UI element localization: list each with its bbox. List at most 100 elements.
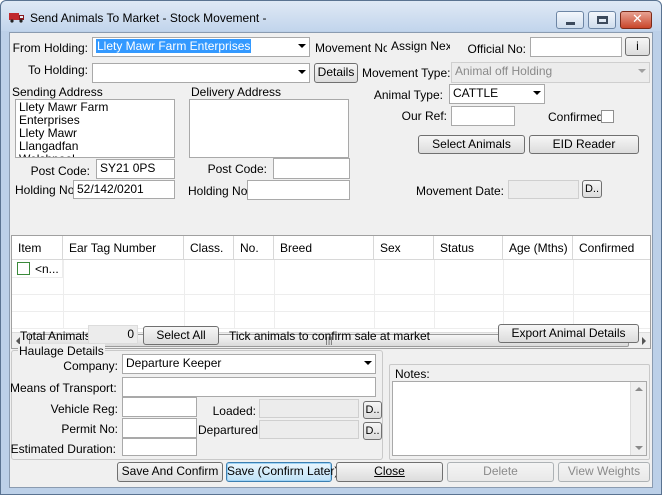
delivery-post-code-label: Post Code: <box>207 162 267 176</box>
movement-date-input[interactable] <box>508 180 579 199</box>
notes-label: Notes: <box>395 367 430 381</box>
company-label: Company: <box>63 359 118 373</box>
grid-column-line <box>63 260 64 329</box>
company-select[interactable]: Departure Keeper <box>122 354 376 374</box>
from-holding-value: Llety Mawr Farm Enterprises <box>96 39 252 53</box>
sending-holding-no-label: Holding No: <box>15 183 78 197</box>
column-header-confirmed[interactable]: Confirmed <box>573 236 650 260</box>
loaded-date-picker-button[interactable]: D.. <box>363 401 382 419</box>
notes-textarea[interactable] <box>392 381 647 456</box>
grid-column-line <box>374 260 375 329</box>
estimated-duration-label: Estimated Duration: <box>10 442 116 456</box>
movement-type-select[interactable]: Animal off Holding <box>451 62 650 83</box>
confirmed-checkbox[interactable] <box>601 110 614 123</box>
delete-button[interactable]: Delete <box>447 462 554 482</box>
sending-address-text[interactable]: Llety Mawr Farm Enterprises Llety Mawr L… <box>15 99 175 158</box>
delivery-holding-no-input[interactable] <box>247 180 350 200</box>
official-no-input[interactable] <box>530 37 622 57</box>
means-of-transport-label: Means of Transport: <box>10 381 117 395</box>
close-icon: ✕ <box>632 12 643 27</box>
animal-type-value: CATTLE <box>453 86 499 100</box>
movement-no-label: Movement No: <box>315 41 394 55</box>
company-value: Departure Keeper <box>126 356 222 370</box>
vehicle-reg-input[interactable] <box>122 397 197 417</box>
column-header-sex[interactable]: Sex <box>374 236 434 260</box>
column-header-age[interactable]: Age (Mths) <box>503 236 573 260</box>
departured-date-picker-button[interactable]: D.. <box>363 422 382 440</box>
column-header-breed[interactable]: Breed <box>274 236 374 260</box>
truck-icon <box>9 13 24 23</box>
scroll-down-icon[interactable] <box>635 446 643 450</box>
permit-no-label: Permit No: <box>61 422 118 436</box>
delivery-address-title: Delivery Address <box>191 85 282 99</box>
movement-date-picker-button[interactable]: D.. <box>582 180 602 198</box>
loaded-label: Loaded: <box>212 404 256 418</box>
total-animals-label: Total Animals: <box>20 329 95 343</box>
select-animals-button[interactable]: Select Animals <box>418 135 525 154</box>
eid-reader-button[interactable]: EID Reader <box>529 135 639 154</box>
official-no-label: Official No: <box>467 42 526 56</box>
movement-type-label: Movement Type: <box>362 66 451 80</box>
to-holding-label: To Holding: <box>27 63 88 77</box>
minimize-icon <box>566 22 575 25</box>
save-and-confirm-button[interactable]: Save And Confirm <box>117 462 223 482</box>
delivery-post-code-input[interactable] <box>273 158 350 179</box>
scroll-right-icon[interactable] <box>642 337 646 345</box>
means-of-transport-input[interactable] <box>122 377 376 397</box>
sending-address-title: Sending Address <box>12 85 103 99</box>
close-window-button[interactable]: ✕ <box>620 11 652 29</box>
sending-holding-no-input[interactable]: 52/142/0201 <box>73 180 175 199</box>
table-row[interactable]: <n... <box>12 260 650 278</box>
confirm-hint-text: Tick animals to confirm sale at market <box>229 329 430 343</box>
details-button[interactable]: Details <box>314 63 358 83</box>
permit-no-input[interactable] <box>122 418 197 438</box>
our-ref-input[interactable] <box>451 106 515 126</box>
movement-type-value: Animal off Holding <box>455 64 553 78</box>
animal-type-label: Animal Type: <box>373 88 443 102</box>
column-header-no[interactable]: No. <box>234 236 274 260</box>
form-body: From Holding: Llety Mawr Farm Enterprise… <box>9 32 653 488</box>
column-header-class[interactable]: Class. <box>184 236 234 260</box>
sending-post-code-input[interactable]: SY21 0PS <box>96 159 175 179</box>
from-holding-label: From Holding: <box>12 41 88 55</box>
column-header-ear-tag[interactable]: Ear Tag Number <box>63 236 184 260</box>
maximize-button[interactable] <box>588 11 616 29</box>
loaded-input[interactable] <box>259 399 359 418</box>
estimated-duration-input[interactable] <box>122 438 197 456</box>
scroll-up-icon[interactable] <box>635 387 643 391</box>
column-header-item[interactable]: Item <box>12 236 63 260</box>
sending-post-code-label: Post Code: <box>30 164 90 178</box>
movement-no-field: Assign Next <box>387 37 451 57</box>
chevron-down-icon <box>533 91 541 95</box>
animal-type-select[interactable]: CATTLE <box>449 84 545 104</box>
chevron-down-icon <box>298 44 306 48</box>
window-title: Send Animals To Market - Stock Movement … <box>30 11 267 25</box>
grid-column-line <box>234 260 235 329</box>
total-animals-value: 0 <box>88 325 138 344</box>
grid-column-line <box>573 260 574 329</box>
our-ref-label: Our Ref: <box>401 109 447 123</box>
close-button[interactable]: Close <box>336 462 443 482</box>
grid-column-line <box>434 260 435 329</box>
select-all-button[interactable]: Select All <box>143 326 219 345</box>
departured-input[interactable] <box>259 420 359 439</box>
save-confirm-later-button[interactable]: Save (Confirm Later) <box>226 462 338 482</box>
haulage-details-title: Haulage Details <box>18 344 105 358</box>
chevron-down-icon <box>638 69 646 73</box>
grid-column-line <box>184 260 185 329</box>
minimize-button[interactable] <box>556 11 584 29</box>
title-bar[interactable]: Send Animals To Market - Stock Movement … <box>1 1 661 31</box>
from-holding-select[interactable]: Llety Mawr Farm Enterprises <box>92 37 310 57</box>
notes-vertical-scrollbar[interactable] <box>630 382 646 455</box>
maximize-icon <box>597 16 608 24</box>
movement-date-label: Movement Date: <box>415 184 504 198</box>
export-animal-details-button[interactable]: Export Animal Details <box>498 324 639 343</box>
to-holding-select[interactable] <box>92 63 310 83</box>
column-header-status[interactable]: Status <box>434 236 503 260</box>
delivery-address-text[interactable] <box>189 99 349 158</box>
grid-column-line <box>274 260 275 329</box>
confirmed-label: Confirmed: <box>548 110 607 124</box>
official-no-info-button[interactable]: i <box>625 37 650 56</box>
view-weights-button[interactable]: View Weights <box>558 462 650 482</box>
grid-empty-row <box>12 295 650 312</box>
